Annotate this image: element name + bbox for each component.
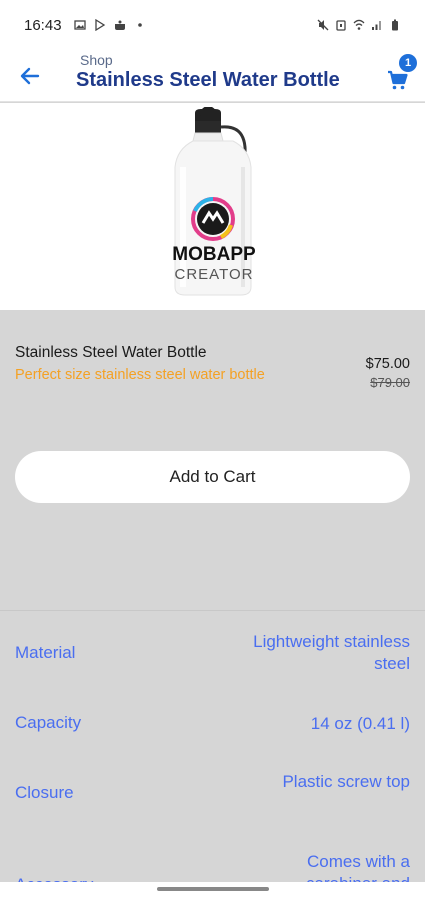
spec-row-closure: Closure Plastic screw top bbox=[0, 751, 425, 821]
cart-icon bbox=[388, 70, 408, 90]
spec-value: Lightweight stainless steel bbox=[253, 632, 410, 673]
spec-value: 14 oz (0.41 l) bbox=[310, 714, 410, 733]
signal-icon bbox=[372, 21, 381, 30]
logo-text-primary: MOBAPP bbox=[172, 244, 256, 265]
cart-count-badge: 1 bbox=[399, 54, 417, 72]
product-image: MOBAPP CREATOR bbox=[0, 103, 425, 310]
status-left: 16:43 bbox=[24, 17, 146, 34]
price-current: $75.00 bbox=[365, 356, 410, 372]
spec-label: Closure bbox=[15, 783, 74, 802]
back-button[interactable] bbox=[16, 62, 44, 90]
spec-row-capacity: Capacity 14 oz (0.41 l) bbox=[0, 681, 425, 751]
cooking-pot-icon bbox=[114, 20, 125, 30]
page-title: Stainless Steel Water Bottle bbox=[76, 69, 340, 91]
price-original: $79.00 bbox=[370, 375, 410, 390]
gallery-icon bbox=[73, 20, 86, 30]
product-name: Stainless Steel Water Bottle bbox=[15, 344, 207, 361]
product-tagline: Perfect size stainless steel water bottl… bbox=[15, 367, 265, 383]
water-bottle-image: MOBAPP CREATOR bbox=[172, 106, 256, 295]
status-right bbox=[317, 19, 401, 31]
back-arrow-icon bbox=[20, 67, 40, 85]
wifi-icon bbox=[353, 19, 365, 30]
logo-text-secondary: CREATOR bbox=[174, 266, 253, 283]
spec-label: Material bbox=[15, 643, 76, 662]
battery-icon bbox=[392, 19, 398, 31]
spec-label: Capacity bbox=[15, 713, 82, 732]
breadcrumb[interactable]: Shop bbox=[80, 52, 113, 68]
add-to-cart-button[interactable]: Add to Cart bbox=[15, 451, 410, 503]
price-block: $75.00 $79.00 bbox=[366, 356, 410, 390]
status-time: 16:43 bbox=[24, 16, 62, 34]
product-info: Stainless Steel Water Bottle Perfect siz… bbox=[0, 310, 425, 385]
home-indicator bbox=[0, 882, 425, 900]
specs-list: Material Lightweight stainless steel Cap… bbox=[0, 610, 425, 887]
spec-row-accessory: Accessory Comes with a carabiner and bbox=[0, 821, 425, 887]
spec-row-material: Material Lightweight stainless steel bbox=[0, 611, 425, 681]
dot-icon bbox=[137, 23, 142, 27]
home-bar[interactable] bbox=[157, 887, 269, 891]
alarm-icon bbox=[336, 20, 346, 31]
play-store-icon bbox=[94, 19, 105, 31]
cart-button[interactable]: 1 bbox=[385, 54, 417, 90]
status-bar: 16:43 bbox=[0, 0, 425, 50]
app-bar: Shop Stainless Steel Water Bottle 1 bbox=[0, 50, 425, 102]
mute-icon bbox=[317, 19, 329, 31]
spec-value: Plastic screw top bbox=[282, 772, 410, 791]
